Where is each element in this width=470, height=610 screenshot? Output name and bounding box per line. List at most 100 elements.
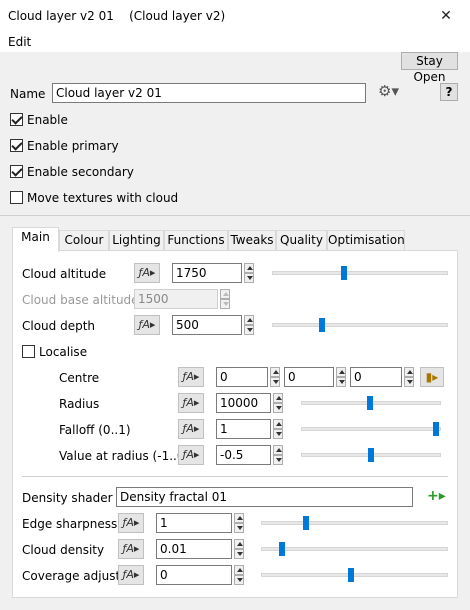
tab-tweaks[interactable]: Tweaks bbox=[228, 230, 276, 250]
edge-sharpness-slider-thumb[interactable] bbox=[303, 516, 309, 530]
function-icon: ƒA▸ bbox=[122, 516, 140, 529]
falloff-function-button[interactable]: ƒA▸ bbox=[178, 419, 204, 439]
value-at-radius-input[interactable]: -0.5 bbox=[216, 445, 271, 465]
coverage-adjust-slider[interactable] bbox=[261, 573, 448, 577]
cloud-altitude-slider-thumb[interactable] bbox=[341, 266, 347, 280]
settings-button[interactable]: ⚙▾ bbox=[378, 82, 400, 102]
falloff-label: Falloff (0..1) bbox=[59, 423, 131, 437]
function-icon: ƒA▸ bbox=[138, 318, 156, 331]
value-at-radius-slider-thumb[interactable] bbox=[368, 448, 374, 462]
cloud-depth-slider[interactable] bbox=[272, 323, 448, 327]
window-title: Cloud layer v2 01 (Cloud layer v2) bbox=[8, 9, 226, 23]
function-icon: ƒA▸ bbox=[182, 448, 200, 461]
cloud-depth-slider-thumb[interactable] bbox=[319, 318, 325, 332]
value-at-radius-label: Value at radius (-1..0) bbox=[59, 449, 190, 463]
cloud-altitude-function-button[interactable]: ƒA▸ bbox=[134, 263, 160, 283]
localise-label: Localise bbox=[39, 345, 88, 359]
coverage-adjust-spinner[interactable] bbox=[234, 565, 244, 585]
edge-sharpness-function-button[interactable]: ƒA▸ bbox=[118, 513, 144, 533]
enable-secondary-label: Enable secondary bbox=[27, 165, 134, 179]
centre-z-input[interactable]: 0 bbox=[350, 367, 402, 387]
coverage-adjust-label: Coverage adjust bbox=[22, 569, 121, 583]
enable-checkbox[interactable] bbox=[10, 113, 23, 126]
function-icon: ƒA▸ bbox=[182, 396, 200, 409]
cloud-density-label: Cloud density bbox=[22, 543, 105, 557]
centre-x-spinner[interactable] bbox=[270, 367, 280, 387]
cloud-base-altitude-spinner bbox=[220, 289, 230, 309]
tab-optimisation[interactable]: Optimisation bbox=[327, 230, 405, 250]
move-textures-checkbox[interactable] bbox=[10, 191, 23, 204]
cloud-base-altitude-input: 1500 bbox=[134, 289, 218, 309]
function-icon: ƒA▸ bbox=[182, 370, 200, 383]
density-shader-label: Density shader bbox=[22, 491, 113, 505]
radius-function-button[interactable]: ƒA▸ bbox=[178, 393, 204, 413]
cloud-altitude-spinner[interactable] bbox=[244, 263, 254, 283]
density-shader-input[interactable]: Density fractal 01 bbox=[116, 487, 413, 507]
function-icon: ƒA▸ bbox=[138, 266, 156, 279]
radius-label: Radius bbox=[59, 397, 100, 411]
cloud-altitude-slider[interactable] bbox=[272, 271, 448, 275]
function-icon: ƒA▸ bbox=[122, 542, 140, 555]
cloud-base-altitude-label: Cloud base altitude bbox=[22, 293, 139, 307]
enable-secondary-checkbox[interactable] bbox=[10, 165, 23, 178]
function-icon: ƒA▸ bbox=[122, 568, 140, 581]
cloud-density-slider-thumb[interactable] bbox=[279, 542, 285, 556]
edge-sharpness-input[interactable]: 1 bbox=[156, 513, 232, 533]
cloud-depth-input[interactable]: 500 bbox=[172, 315, 242, 335]
centre-function-button[interactable]: ƒA▸ bbox=[178, 367, 204, 387]
tab-colour[interactable]: Colour bbox=[59, 230, 109, 250]
enable-primary-checkbox[interactable] bbox=[10, 139, 23, 152]
separator bbox=[0, 215, 470, 216]
centre-x-input[interactable]: 0 bbox=[216, 367, 268, 387]
edge-sharpness-slider[interactable] bbox=[261, 521, 448, 525]
radius-input[interactable]: 10000 bbox=[216, 393, 271, 413]
name-label: Name bbox=[10, 87, 46, 101]
radius-slider-thumb[interactable] bbox=[367, 396, 373, 410]
menu-edit[interactable]: Edit bbox=[8, 35, 31, 49]
centre-y-spinner[interactable] bbox=[336, 367, 346, 387]
title-bar: Cloud layer v2 01 (Cloud layer v2) ✕ bbox=[0, 0, 470, 32]
panel-separator bbox=[22, 476, 448, 477]
help-button[interactable]: ? bbox=[440, 83, 458, 101]
falloff-slider-thumb[interactable] bbox=[433, 422, 439, 436]
centre-label: Centre bbox=[59, 371, 100, 385]
enable-label: Enable bbox=[27, 113, 68, 127]
tab-quality[interactable]: Quality bbox=[276, 230, 327, 250]
falloff-spinner[interactable] bbox=[273, 419, 283, 439]
coverage-adjust-function-button[interactable]: ƒA▸ bbox=[118, 565, 144, 585]
add-shader-button[interactable]: +▸ bbox=[427, 488, 446, 506]
position-picker-icon: ▮▸ bbox=[425, 370, 439, 384]
localise-checkbox[interactable] bbox=[22, 345, 35, 358]
cloud-density-function-button[interactable]: ƒA▸ bbox=[118, 539, 144, 559]
coverage-adjust-input[interactable]: 0 bbox=[156, 565, 232, 585]
cloud-altitude-label: Cloud altitude bbox=[22, 267, 107, 281]
cloud-density-input[interactable]: 0.01 bbox=[156, 539, 232, 559]
cloud-altitude-input[interactable]: 1750 bbox=[172, 263, 242, 283]
tab-functions[interactable]: Functions bbox=[164, 230, 228, 250]
edge-sharpness-label: Edge sharpness bbox=[22, 517, 118, 531]
function-icon: ƒA▸ bbox=[182, 422, 200, 435]
close-button[interactable]: ✕ bbox=[436, 8, 456, 24]
cloud-depth-function-button[interactable]: ƒA▸ bbox=[134, 315, 160, 335]
falloff-slider[interactable] bbox=[301, 427, 441, 431]
tab-lighting[interactable]: Lighting bbox=[109, 230, 164, 250]
move-textures-label: Move textures with cloud bbox=[27, 191, 179, 205]
value-at-radius-spinner[interactable] bbox=[273, 445, 283, 465]
cloud-density-slider[interactable] bbox=[261, 547, 448, 551]
centre-pick-button[interactable]: ▮▸ bbox=[420, 367, 444, 387]
falloff-input[interactable]: 1 bbox=[216, 419, 271, 439]
plus-icon: +▸ bbox=[427, 488, 446, 504]
radius-spinner[interactable] bbox=[273, 393, 283, 413]
name-input[interactable]: Cloud layer v2 01 bbox=[52, 83, 366, 103]
stay-open-button[interactable]: Stay Open bbox=[401, 52, 458, 84]
tab-main[interactable]: Main bbox=[12, 227, 59, 252]
value-at-radius-function-button[interactable]: ƒA▸ bbox=[178, 445, 204, 465]
centre-y-input[interactable]: 0 bbox=[284, 367, 334, 387]
cloud-depth-spinner[interactable] bbox=[244, 315, 254, 335]
cloud-density-spinner[interactable] bbox=[234, 539, 244, 559]
menu-bar: Edit bbox=[0, 32, 470, 52]
coverage-adjust-slider-thumb[interactable] bbox=[348, 568, 354, 582]
centre-z-spinner[interactable] bbox=[404, 367, 414, 387]
edge-sharpness-spinner[interactable] bbox=[234, 513, 244, 533]
cloud-depth-label: Cloud depth bbox=[22, 319, 96, 333]
